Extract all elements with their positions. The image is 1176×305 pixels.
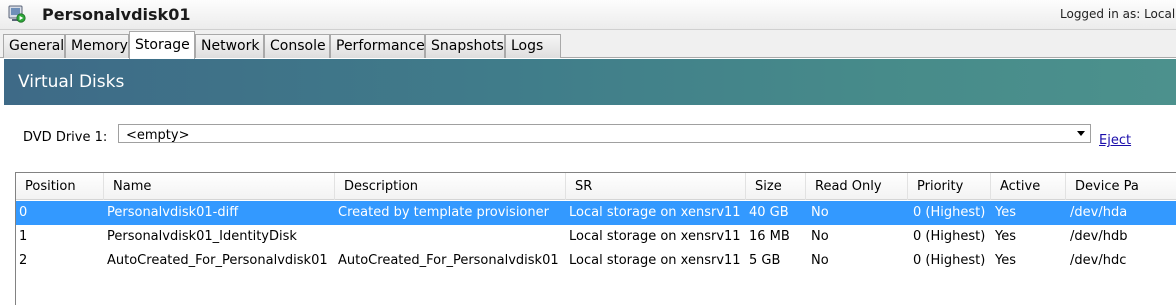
vm-title: Personalvdisk01 — [42, 5, 191, 24]
cell-priority: 0 (Highest) — [913, 229, 986, 244]
cell-position: 0 — [19, 205, 28, 220]
column-header-name[interactable]: Name — [104, 173, 335, 200]
cell-active: Yes — [995, 253, 1016, 268]
dropdown-arrow-icon — [1077, 131, 1085, 136]
table-row[interactable]: 0 Personalvdisk01-diff Created by templa… — [16, 201, 1176, 225]
tab-memory[interactable]: Memory — [65, 34, 129, 58]
cell-size: 16 MB — [749, 229, 790, 244]
virtual-disks-table: Position Name Description SR Size Read O… — [15, 172, 1176, 305]
column-header-device-path[interactable]: Device Pa — [1066, 173, 1176, 200]
dvd-drive-value: <empty> — [126, 128, 190, 143]
table-header: Position Name Description SR Size Read O… — [16, 173, 1176, 200]
cell-device-path: /dev/hda — [1070, 205, 1128, 220]
cell-active: Yes — [995, 205, 1016, 220]
tab-storage[interactable]: Storage — [129, 31, 195, 59]
column-header-sr[interactable]: SR — [566, 173, 746, 200]
tab-logs[interactable]: Logs — [505, 34, 561, 58]
section-title: Virtual Disks — [18, 72, 125, 92]
cell-device-path: /dev/hdc — [1070, 253, 1127, 268]
section-banner: Virtual Disks — [4, 59, 1176, 105]
table-row[interactable]: 1 Personalvdisk01_IdentityDisk Local sto… — [16, 225, 1176, 249]
cell-priority: 0 (Highest) — [913, 253, 986, 268]
table-row[interactable]: 2 AutoCreated_For_Personalvdisk01 AutoCr… — [16, 249, 1176, 273]
vm-running-icon — [8, 5, 26, 23]
cell-read-only: No — [811, 229, 829, 244]
tab-network[interactable]: Network — [195, 34, 264, 58]
column-header-description[interactable]: Description — [335, 173, 566, 200]
cell-name: AutoCreated_For_Personalvdisk01 — [107, 253, 328, 268]
cell-position: 2 — [19, 253, 28, 268]
cell-position: 1 — [19, 229, 28, 244]
cell-priority: 0 (Highest) — [913, 205, 986, 220]
dvd-drive-select[interactable]: <empty> — [118, 124, 1091, 143]
column-header-position[interactable]: Position — [16, 173, 104, 200]
login-status: Logged in as: Local — [1060, 7, 1176, 21]
cell-sr: Local storage on xensrv11 — [569, 205, 741, 220]
cell-description: AutoCreated_For_Personalvdisk01 — [338, 253, 559, 268]
column-header-active[interactable]: Active — [991, 173, 1066, 200]
cell-device-path: /dev/hdb — [1070, 229, 1128, 244]
cell-sr: Local storage on xensrv11 — [569, 229, 741, 244]
cell-read-only: No — [811, 205, 829, 220]
column-header-priority[interactable]: Priority — [908, 173, 991, 200]
cell-read-only: No — [811, 253, 829, 268]
cell-active: Yes — [995, 229, 1016, 244]
tab-snapshots[interactable]: Snapshots — [425, 34, 505, 58]
cell-name: Personalvdisk01-diff — [107, 205, 239, 220]
cell-sr: Local storage on xensrv11 — [569, 253, 741, 268]
column-header-read-only[interactable]: Read Only — [806, 173, 908, 200]
tab-general[interactable]: General — [3, 34, 65, 58]
tab-console[interactable]: Console — [264, 34, 330, 58]
cell-size: 5 GB — [749, 253, 781, 268]
cell-size: 40 GB — [749, 205, 789, 220]
tab-performance[interactable]: Performance — [330, 34, 425, 58]
eject-link[interactable]: Eject — [1099, 133, 1131, 148]
dvd-drive-label: DVD Drive 1: — [23, 130, 108, 145]
cell-name: Personalvdisk01_IdentityDisk — [107, 229, 297, 244]
title-bar: Personalvdisk01 Logged in as: Local — [0, 0, 1176, 30]
cell-description — [335, 225, 566, 249]
column-header-size[interactable]: Size — [746, 173, 806, 200]
cell-description: Created by template provisioner — [338, 205, 549, 220]
tab-strip: General Memory Storage Network Console P… — [0, 30, 1176, 59]
